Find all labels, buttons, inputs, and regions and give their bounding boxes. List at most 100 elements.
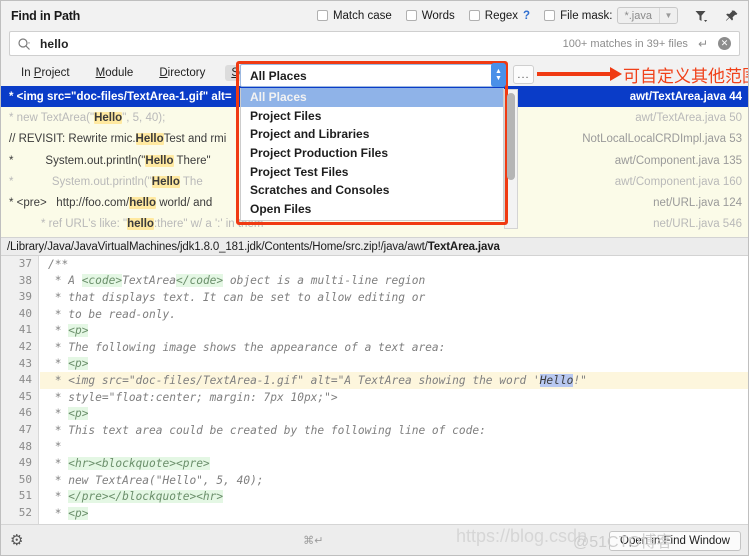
line-number: 47 — [19, 422, 32, 439]
code-token: Hello — [540, 374, 574, 387]
code-token: <p> — [68, 357, 88, 370]
result-code: // REVISIT: Rewrite rmic.HelloTest and r… — [9, 133, 226, 145]
code-line[interactable]: /** — [40, 256, 749, 273]
file-mask-value: *.java — [618, 8, 659, 24]
code-line[interactable]: * A <code>TextArea</code> object is a mu… — [40, 273, 749, 290]
scope-combo-field[interactable]: All Places — [240, 64, 504, 87]
clear-icon[interactable]: ✕ — [718, 37, 731, 50]
scope-combo-value: All Places — [250, 69, 307, 83]
code-token: object is a multi-line region — [223, 274, 425, 287]
line-number: 44 — [19, 372, 32, 389]
code-line[interactable]: * The following image shows the appearan… — [40, 339, 749, 356]
line-number: 49 — [19, 455, 32, 472]
code-line[interactable]: * <p> — [40, 356, 749, 373]
breadcrumb: /Library/Java/JavaVirtualMachines/jdk1.8… — [1, 237, 749, 256]
menu-item-all-places[interactable]: All Places — [241, 88, 503, 107]
sidebar-item-in-project[interactable]: In Project — [15, 65, 76, 81]
code-token: * A — [48, 274, 82, 287]
scope-dropdown-list[interactable]: All Places Project Files Project and Lib… — [240, 88, 504, 221]
code-token: * — [48, 440, 61, 453]
option-words[interactable]: Words — [406, 10, 455, 22]
menu-item-current-file[interactable]: Current File — [241, 218, 503, 221]
option-file-mask[interactable]: File mask: *.java ▼ — [544, 7, 678, 24]
sidebar-item-directory[interactable]: Directory — [153, 65, 211, 81]
arrow-head-icon — [610, 67, 622, 81]
line-number: 37 — [19, 256, 32, 273]
code-line[interactable]: * — [40, 439, 749, 456]
code-token: * — [48, 324, 68, 337]
result-code: * ref URL's like: "hello:there" w/ a ':'… — [9, 218, 263, 230]
menu-item-project-production-files[interactable]: Project Production Files — [241, 144, 503, 163]
filter-icon[interactable] — [692, 7, 709, 24]
match-highlight: Hello — [136, 133, 164, 145]
spinner-up-down-icon[interactable]: ▲▼ — [491, 63, 506, 87]
code-line[interactable]: * <hr><blockquote><pre> — [40, 455, 749, 472]
enter-icon: ↵ — [698, 37, 708, 51]
menu-item-open-files[interactable]: Open Files — [241, 200, 503, 219]
code-line[interactable]: * style="float:center; margin: 7px 10px;… — [40, 389, 749, 406]
arrow-right-icon — [537, 72, 615, 76]
code-line[interactable]: * <img src="doc-files/TextArea-1.gif" al… — [40, 372, 749, 389]
match-case-checkbox[interactable] — [317, 10, 328, 21]
code-preview[interactable]: 37 38 39 40 41 42 43 44 45 46 47 48 49 5… — [1, 256, 749, 524]
dropdown-scrollbar-thumb[interactable] — [507, 93, 515, 180]
regex-help-icon[interactable]: ? — [523, 10, 530, 22]
option-match-case[interactable]: Match case — [317, 10, 392, 22]
header-bar: Find in Path Match case Words Regex ? Fi… — [1, 1, 748, 30]
code-line[interactable]: * that displays text. It can be set to a… — [40, 289, 749, 306]
match-highlight: hello — [129, 197, 156, 209]
result-code: * System.out.println("Hello The — [9, 176, 203, 188]
code-token: !" — [573, 374, 586, 387]
result-code: * new TextArea("Hello", 5, 40); — [9, 112, 165, 124]
line-number: 40 — [19, 306, 32, 323]
search-input[interactable]: hello 100+ matches in 39+ files ↵ ✕ — [9, 31, 740, 56]
line-number: 46 — [19, 405, 32, 422]
annotation-text: 可自定义其他范围搜索 — [623, 62, 749, 87]
breadcrumb-path: /Library/Java/JavaVirtualMachines/jdk1.8… — [7, 241, 500, 253]
regex-label: Regex — [485, 10, 518, 22]
result-file: awt/Component.java 135 — [615, 155, 742, 167]
menu-item-project-test-files[interactable]: Project Test Files — [241, 162, 503, 181]
pin-icon[interactable] — [723, 7, 740, 24]
menu-item-scratches-and-consoles[interactable]: Scratches and Consoles — [241, 181, 503, 200]
result-code: * <pre> http://foo.com/hello world/ and — [9, 197, 212, 209]
file-mask-checkbox[interactable] — [544, 10, 555, 21]
code-token: * that displays text. It can be set to a… — [48, 291, 425, 304]
code-token: * to be read-only. — [48, 308, 176, 321]
code-lines[interactable]: /** * A <code>TextArea</code> object is … — [40, 256, 749, 524]
result-code: * <img src="doc-files/TextArea-1.gif" al… — [9, 91, 232, 103]
code-line[interactable]: * <p> — [40, 322, 749, 339]
code-token: TextArea — [122, 274, 176, 287]
find-in-path-window: Find in Path Match case Words Regex ? Fi… — [0, 0, 749, 556]
code-token: * — [48, 407, 68, 420]
file-mask-label: File mask: — [560, 10, 612, 22]
code-line[interactable]: * new TextArea("Hello", 5, 40); — [40, 472, 749, 489]
search-icon — [17, 37, 31, 51]
sidebar-item-module[interactable]: Module — [90, 65, 140, 81]
breadcrumb-file: TextArea.java — [428, 241, 500, 253]
words-checkbox[interactable] — [406, 10, 417, 21]
code-token: * — [48, 507, 68, 520]
match-count: 100+ matches in 39+ files — [563, 38, 688, 50]
code-token: <code> — [82, 274, 122, 287]
menu-item-project-files[interactable]: Project Files — [241, 107, 503, 126]
code-line[interactable]: * <p> — [40, 505, 749, 522]
code-line[interactable]: * </pre></blockquote><hr> — [40, 488, 749, 505]
option-regex[interactable]: Regex ? — [469, 10, 530, 22]
more-scopes-button[interactable]: ... — [513, 65, 534, 84]
gear-icon[interactable]: ⚙ — [10, 533, 23, 548]
match-highlight: Hello — [145, 155, 173, 167]
code-token: * The following image shows the appearan… — [48, 341, 445, 354]
code-line[interactable]: * This text area could be created by the… — [40, 422, 749, 439]
result-file: NotLocalLocalCRDImpl.java 53 — [582, 133, 742, 145]
line-number: 45 — [19, 389, 32, 406]
result-file: net/URL.java 546 — [653, 218, 742, 230]
code-line[interactable]: * <p> — [40, 405, 749, 422]
result-file: net/URL.java 124 — [653, 197, 742, 209]
words-label: Words — [422, 10, 455, 22]
file-mask-combo[interactable]: *.java ▼ — [617, 7, 678, 24]
menu-item-project-and-libraries[interactable]: Project and Libraries — [241, 125, 503, 144]
regex-checkbox[interactable] — [469, 10, 480, 21]
chevron-down-icon[interactable]: ▼ — [659, 8, 677, 23]
code-line[interactable]: * to be read-only. — [40, 306, 749, 323]
